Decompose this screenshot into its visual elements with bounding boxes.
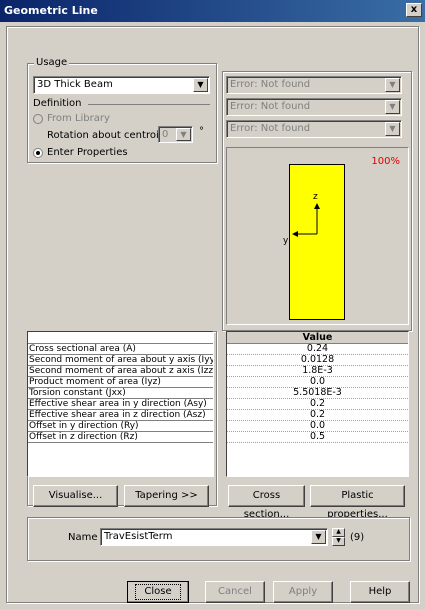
visualise-button[interactable]: Visualise... <box>33 485 118 507</box>
property-names-table: Cross sectional area (A) Second moment of… <box>27 331 214 477</box>
library-select-3[interactable]: Error: Not found ▼ <box>226 120 402 138</box>
plastic-properties-button[interactable]: Plastic properties... <box>310 485 405 520</box>
chevron-down-icon[interactable]: ▼ <box>311 530 326 544</box>
degree-symbol: ° <box>199 126 204 137</box>
close-button[interactable]: Close <box>127 581 189 603</box>
property-name-row: Effective shear area in y direction (Asy… <box>28 399 213 410</box>
usage-label: Usage <box>34 57 70 68</box>
chevron-down-icon[interactable]: ▼ <box>385 78 400 92</box>
name-select-value: TravEsistTerm <box>104 531 173 542</box>
rotation-label: Rotation about centroid <box>47 130 166 141</box>
property-values-table: Value 0.24 0.0128 1.8E-3 0.0 5.5018E-3 0.2 0.2… <box>226 331 409 477</box>
title-bar: Geometric Line x <box>0 0 425 22</box>
apply-button[interactable]: Apply <box>273 581 333 603</box>
library-select-1-value: Error: Not found <box>230 79 311 90</box>
from-library-radio[interactable] <box>33 114 43 124</box>
chevron-down-icon[interactable]: ▼ <box>193 78 208 92</box>
cross-section-button[interactable]: Cross section... <box>228 485 305 520</box>
name-count: (9) <box>350 532 365 543</box>
library-select-1[interactable]: Error: Not found ▼ <box>226 76 402 94</box>
property-name-row: Offset in z direction (Rz) <box>28 432 213 443</box>
table-header-blank <box>28 332 213 344</box>
library-select-2-value: Error: Not found <box>230 101 311 112</box>
axis-y-label: y <box>283 236 289 246</box>
window-title: Geometric Line <box>4 4 98 17</box>
chevron-down-icon[interactable]: ▼ <box>176 128 191 141</box>
cancel-button[interactable]: Cancel <box>205 581 265 603</box>
chevron-down-icon[interactable]: ▼ <box>385 122 400 136</box>
property-name-row: Cross sectional area (A) <box>28 344 213 355</box>
rotation-value: 0 <box>162 129 169 140</box>
rotation-select[interactable]: 0 ▼ <box>158 126 193 143</box>
definition-divider <box>88 104 210 105</box>
name-label: Name <box>68 532 98 543</box>
usage-select[interactable]: 3D Thick Beam ▼ <box>33 76 210 94</box>
library-select-3-value: Error: Not found <box>230 123 311 134</box>
chevron-down-icon[interactable]: ▼ <box>385 100 400 114</box>
close-button-label: Close <box>135 584 181 600</box>
enter-properties-label: Enter Properties <box>47 147 128 158</box>
property-name-row: Offset in y direction (Ry) <box>28 421 213 432</box>
section-preview: 100% z y <box>226 147 409 325</box>
property-name-row: Product moment of area (Iyz) <box>28 377 213 388</box>
tapering-button[interactable]: Tapering >> <box>124 485 209 507</box>
axes-icon <box>292 203 320 237</box>
library-select-2[interactable]: Error: Not found ▼ <box>226 98 402 116</box>
stepper-up-icon[interactable]: ▲ <box>332 528 345 537</box>
stepper-down-icon[interactable]: ▼ <box>332 537 345 546</box>
property-name-row: Torsion constant (Jxx) <box>28 388 213 399</box>
usage-select-value: 3D Thick Beam <box>37 79 113 90</box>
property-name-row: Second moment of area about z axis (Izz) <box>28 366 213 377</box>
name-select[interactable]: TravEsistTerm ▼ <box>100 528 328 546</box>
enter-properties-radio[interactable] <box>33 148 43 158</box>
name-stepper[interactable]: ▲ ▼ <box>332 528 345 546</box>
axis-z-label: z <box>313 192 318 202</box>
property-name-row: Second moment of area about y axis (Iyy) <box>28 355 213 366</box>
close-window-button[interactable]: x <box>406 3 422 17</box>
property-name-row: Effective shear area in z direction (Asz… <box>28 410 213 421</box>
from-library-label: From Library <box>47 113 110 124</box>
help-button[interactable]: Help <box>350 581 410 603</box>
definition-label: Definition <box>33 98 82 109</box>
property-value-cell[interactable]: 0.5 <box>227 432 408 443</box>
